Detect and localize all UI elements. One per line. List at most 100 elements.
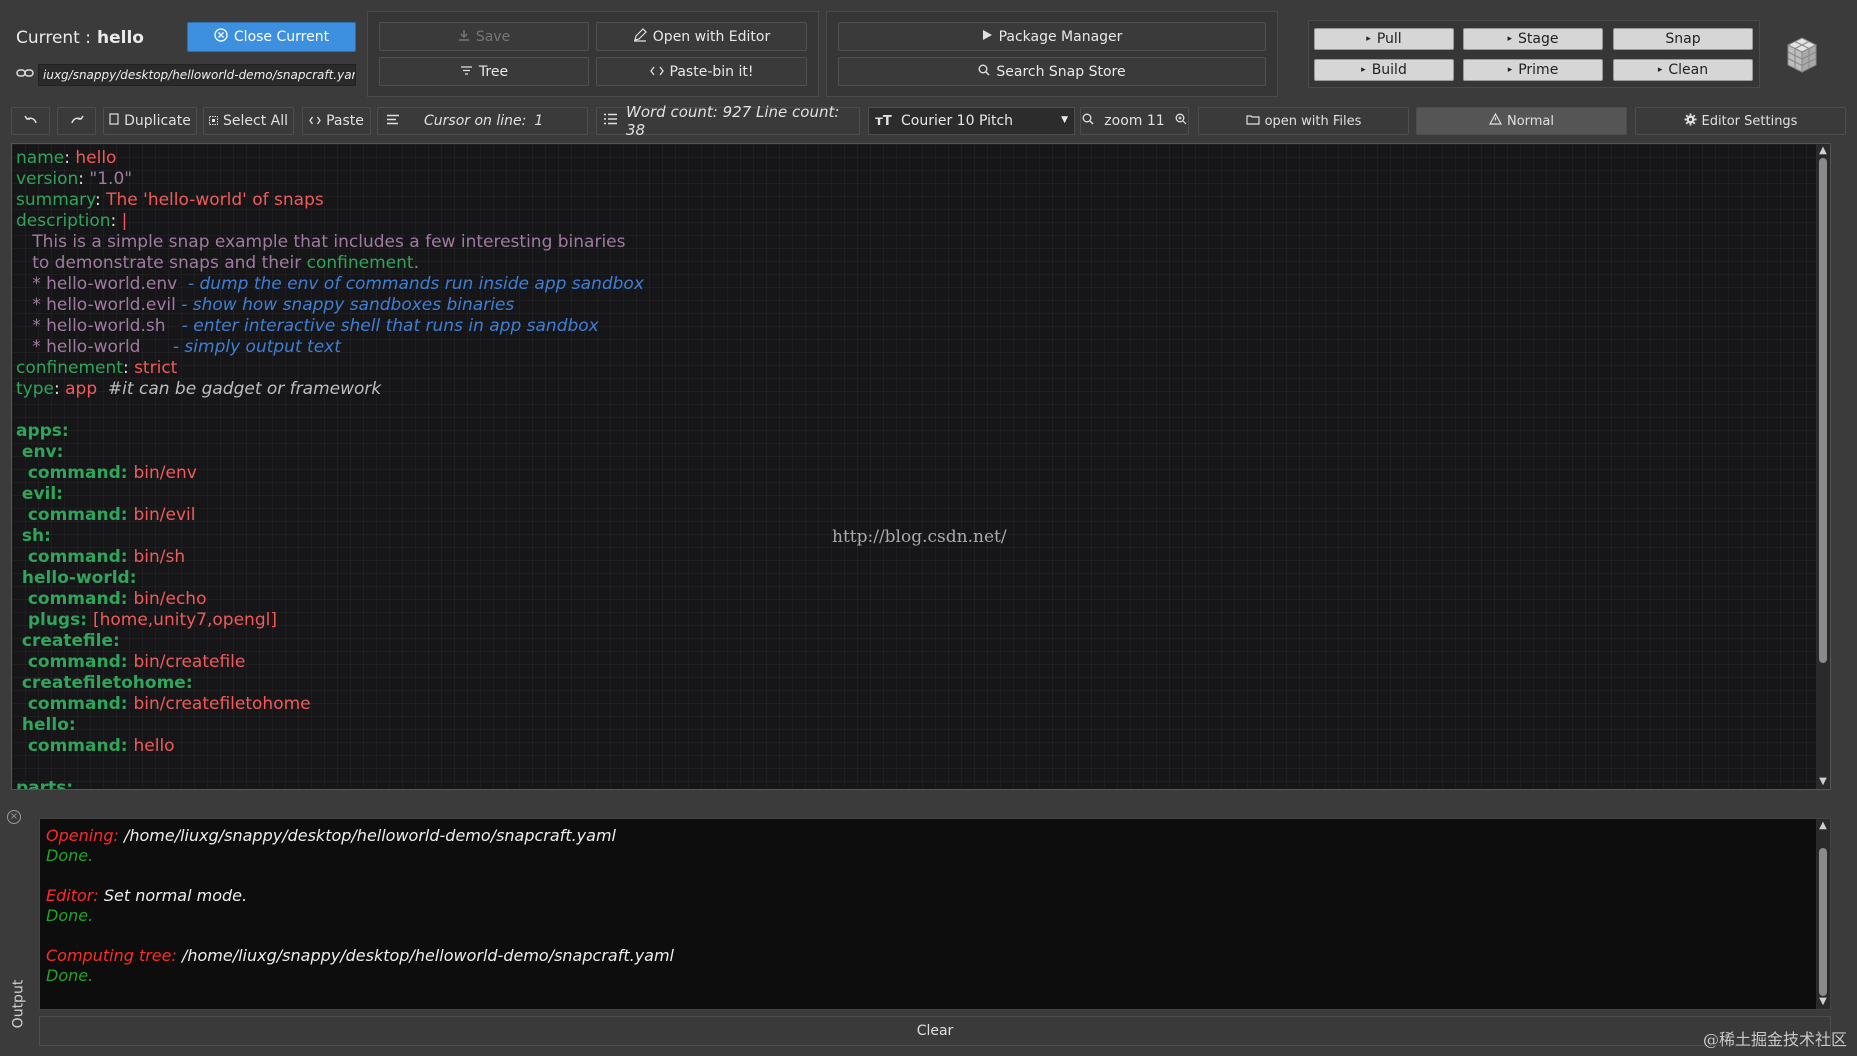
paste-bin-label: Paste-bin it! [669,63,754,80]
play-icon [982,29,993,45]
code-line-token: | [121,211,128,231]
save-button[interactable]: Save [379,22,589,51]
code-line-token: hello: [16,715,76,735]
caret-right-icon: ▸ [1507,65,1513,75]
code-line: createfiletohome: [16,673,644,694]
open-with-editor-button[interactable]: Open with Editor [596,22,807,51]
stage-button[interactable]: ▸ Stage [1463,28,1603,50]
link-icon [16,66,34,84]
code-line-token: #it can be gadget or framework [97,379,382,399]
caret-right-icon: ▸ [1507,34,1513,44]
snap-button[interactable]: Snap [1613,28,1753,50]
log-line-token: Done. [46,906,94,925]
output-dock-label: Output [10,979,27,1029]
code-line-token: - show how snappy sandboxes binaries [181,295,515,315]
project-path-field[interactable]: iuxg/snappy/desktop/helloworld-demo/snap… [38,64,356,86]
code-brackets-icon [309,113,321,129]
cursor-line-label: Cursor on line: [424,113,527,129]
clean-button[interactable]: ▸ Clean [1613,59,1753,81]
filter-lines-icon [460,64,473,80]
code-line-token: : [53,379,66,399]
paste-button[interactable]: Paste [302,107,371,135]
prime-button[interactable]: ▸ Prime [1463,59,1603,81]
open-with-files-label: open with Files [1264,113,1362,129]
gear-icon [1684,113,1697,130]
editor-mode-toggle[interactable]: Normal [1416,107,1627,135]
log-line-token: Computing tree: [46,946,182,965]
package-manager-button[interactable]: Package Manager [838,22,1266,51]
zoom-out-icon[interactable] [1082,113,1094,129]
output-scroll-thumb[interactable] [1819,848,1827,996]
scroll-up-arrow-icon[interactable]: ▲ [1816,145,1830,157]
pull-button[interactable]: ▸ Pull [1314,28,1454,50]
dropdown-caret-icon: ▼ [1061,115,1068,125]
output-panel: Opening: /home/liuxg/snappy/desktop/hell… [39,818,1831,1010]
code-line-token: - enter interactive shell that runs in a… [181,316,599,336]
open-with-files-button[interactable]: open with Files [1198,107,1409,135]
code-line: command: bin/env [16,463,644,484]
scroll-down-arrow-icon[interactable]: ▼ [1816,996,1830,1008]
tree-button[interactable]: Tree [379,57,589,86]
code-line: to demonstrate snaps and their confineme… [16,253,644,274]
code-line: command: bin/evil [16,505,644,526]
caret-right-icon: ▸ [1366,34,1371,44]
close-current-label: Close Current [233,29,330,45]
redo-icon [70,113,84,129]
code-line: confinement: strict [16,358,644,379]
scroll-down-arrow-icon[interactable]: ▼ [1816,776,1830,788]
search-icon [978,64,990,80]
zoom-level: zoom 11 [1104,113,1165,129]
align-left-icon [386,113,400,129]
code-line-token: to demonstrate snaps and their [16,253,307,273]
code-line: name: hello [16,148,644,169]
font-family-select[interactable]: Courier 10 Pitch ▼ [868,107,1075,135]
editor-scroll-thumb[interactable] [1819,158,1827,663]
code-line-token: The 'hello-world' of snaps [106,190,324,210]
corner-watermark: @稀土掘金技术社区 [1702,1030,1847,1049]
code-line: command: bin/sh [16,547,644,568]
folder-icon [1245,114,1260,129]
log-line-token: Editor: [46,886,104,905]
code-line: sh: [16,526,644,547]
paste-bin-button[interactable]: Paste-bin it! [596,57,807,86]
paste-label: Paste [326,113,364,129]
select-all-button[interactable]: Select All [203,107,294,135]
log-line-token: Done. [46,966,94,985]
code-line-token: description [16,211,111,231]
redo-button[interactable] [57,107,96,135]
code-line-token: - simply output text [172,337,341,357]
editor-settings-button[interactable]: Editor Settings [1635,107,1846,135]
editor-scrollbar[interactable]: ▲ ▼ [1816,144,1830,789]
clean-label: Clean [1668,62,1709,78]
code-line-token: : [110,211,122,231]
caret-right-icon: ▸ [1361,65,1366,75]
code-line-token: . [413,253,419,273]
output-scrollbar[interactable]: ▲ ▼ [1816,819,1830,1009]
close-output-icon[interactable]: × [7,810,21,824]
undo-button[interactable] [11,107,50,135]
close-circle-icon [214,28,228,46]
log-line-token: Set normal mode. [103,886,248,905]
code-line: * hello-world.env - dump the env of comm… [16,274,644,295]
code-line-token: * hello-world.evil [16,295,182,315]
search-snap-store-button[interactable]: Search Snap Store [838,57,1266,86]
code-brackets-icon [649,64,664,80]
code-line: type: app #it can be gadget or framework [16,379,644,400]
code-line-token: bin/evil [133,505,196,525]
code-line: command: hello [16,736,644,757]
code-line: * hello-world.sh - enter interactive she… [16,316,644,337]
code-editor[interactable]: name: hello version: "1.0" summary: The 'h… [11,143,1831,790]
clear-output-button[interactable]: Clear [39,1016,1831,1046]
code-line-token: type [16,379,54,399]
zoom-in-icon[interactable] [1175,113,1187,129]
duplicate-button[interactable]: Duplicate [103,107,197,135]
scroll-up-arrow-icon[interactable]: ▲ [1816,820,1830,832]
code-content[interactable]: name: hello version: "1.0" summary: The 'h… [16,148,644,789]
code-line: command: bin/createfile [16,652,644,673]
close-current-button[interactable]: Close Current [187,22,356,52]
log-line-token: Done. [46,846,94,865]
build-button[interactable]: ▸ Build [1314,59,1454,81]
cube-logo-icon [1780,34,1824,78]
current-label: Current : [16,28,91,48]
